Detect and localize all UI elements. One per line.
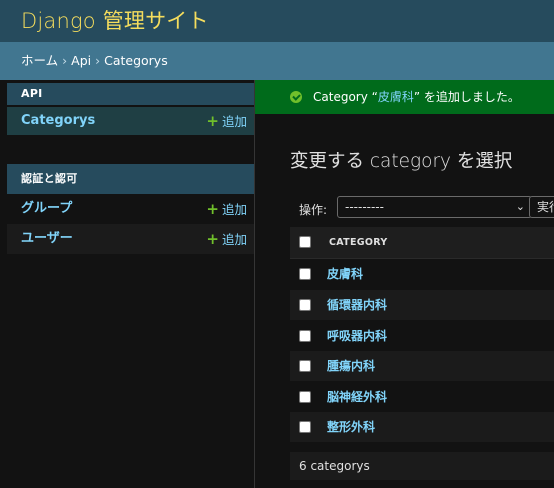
nav-sidebar: API Categorys + 追加 認証と認可 グループ + 追加 ユーザー + 追…	[0, 80, 254, 488]
row-checkbox[interactable]	[299, 299, 311, 311]
table-row: 呼吸器内科	[290, 321, 554, 351]
sidebar-item-categorys: Categorys + 追加	[7, 107, 254, 135]
chevron-down-icon: ⌄	[515, 200, 525, 213]
success-message: Category “皮膚科” を追加しました。	[255, 80, 554, 114]
main-content: Category “皮膚科” を追加しました。 変更する category を選…	[255, 80, 554, 488]
table-header: CATEGORY	[290, 227, 554, 259]
site-branding[interactable]: Django 管理サイト	[21, 5, 209, 35]
breadcrumb: ホーム › Api › Categorys	[0, 42, 554, 80]
check-circle-icon	[290, 91, 302, 103]
paginator: 6 categorys	[290, 452, 554, 480]
add-label: 追加	[221, 114, 247, 129]
module-caption-auth[interactable]: 認証と認可	[7, 164, 254, 194]
add-label: 追加	[221, 232, 247, 247]
sidebar-item-label[interactable]: Categorys	[21, 113, 95, 128]
table-row: 皮膚科	[290, 259, 554, 289]
table-row: 脳神経外科	[290, 382, 554, 412]
module-caption-api[interactable]: API	[7, 83, 254, 105]
run-action-button[interactable]: 実行	[529, 196, 554, 218]
row-checkbox[interactable]	[299, 330, 311, 342]
page-title: 変更する category を選択	[290, 151, 513, 172]
table-row: 循環器内科	[290, 290, 554, 320]
add-user-link[interactable]: + 追加	[206, 224, 247, 255]
select-all-checkbox[interactable]	[299, 236, 311, 248]
row-checkbox[interactable]	[299, 421, 311, 433]
message-suffix: ” を追加しました。	[413, 90, 520, 104]
row-checkbox[interactable]	[299, 268, 311, 280]
breadcrumb-home[interactable]: ホーム	[21, 53, 58, 68]
row-link[interactable]: 脳神経外科	[327, 382, 387, 412]
row-link[interactable]: 呼吸器内科	[327, 321, 387, 351]
add-label: 追加	[221, 202, 247, 217]
plus-icon: +	[206, 200, 219, 218]
actions-label: 操作:	[299, 203, 328, 217]
breadcrumb-app[interactable]: Api	[71, 53, 91, 68]
sidebar-item-label[interactable]: グループ	[21, 201, 72, 216]
row-link[interactable]: 腫瘍内科	[327, 351, 375, 381]
plus-icon: +	[206, 112, 219, 130]
sidebar-item-users: ユーザー + 追加	[7, 224, 254, 254]
plus-icon: +	[206, 230, 219, 248]
message-prefix: Category “	[313, 90, 378, 104]
row-checkbox[interactable]	[299, 360, 311, 372]
breadcrumb-current: Categorys	[104, 53, 168, 68]
column-header-category[interactable]: CATEGORY	[329, 227, 388, 258]
add-category-link[interactable]: + 追加	[206, 107, 247, 136]
breadcrumb-separator: ›	[62, 53, 68, 68]
actions-bar: 操作: --------- ⌄ 実行	[290, 196, 554, 222]
row-link[interactable]: 整形外科	[327, 412, 375, 442]
breadcrumb-separator: ›	[95, 53, 101, 68]
add-group-link[interactable]: + 追加	[206, 195, 247, 224]
table-row: 腫瘍内科	[290, 351, 554, 381]
row-link[interactable]: 循環器内科	[327, 290, 387, 320]
table-row: 整形外科	[290, 412, 554, 442]
row-link[interactable]: 皮膚科	[327, 259, 363, 289]
site-header: Django 管理サイト	[0, 0, 554, 42]
message-link[interactable]: 皮膚科	[378, 90, 414, 104]
row-checkbox[interactable]	[299, 391, 311, 403]
sidebar-item-label[interactable]: ユーザー	[21, 231, 73, 246]
action-select[interactable]: --------- ⌄	[337, 196, 532, 218]
action-select-value: ---------	[345, 200, 384, 214]
sidebar-item-groups: グループ + 追加	[7, 195, 254, 223]
